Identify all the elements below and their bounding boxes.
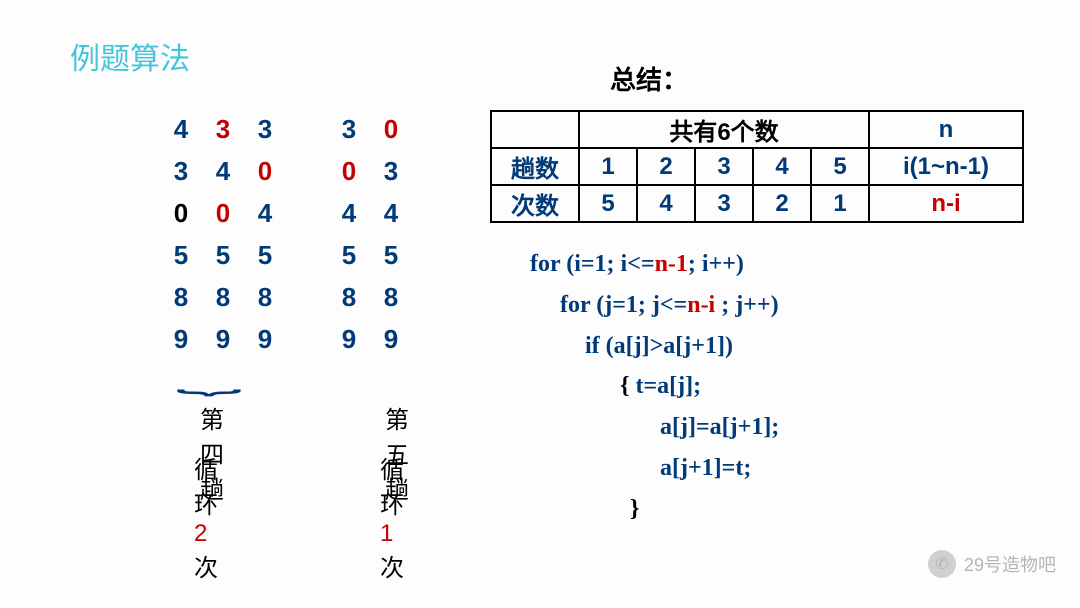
number-cell: 5 — [328, 234, 370, 276]
table-row-label: 次数 — [491, 185, 579, 222]
total-count: 6 — [717, 119, 730, 146]
loop-suffix: 次 — [380, 555, 404, 582]
number-cell: 4 — [202, 150, 244, 192]
loop-prefix: 循环 — [194, 457, 218, 519]
code-text: for (j=1; j<= — [560, 292, 687, 318]
number-cell: 3 — [244, 108, 286, 150]
number-cell — [286, 276, 328, 318]
summary-table: 共有6个数 n 趟数 1 2 3 4 5 i(1~n-1) 次数 5 4 3 2… — [490, 110, 1024, 223]
table-cell: 4 — [753, 148, 811, 185]
total-suffix: 个数 — [731, 119, 779, 146]
number-cell: 3 — [328, 108, 370, 150]
number-cell: 8 — [244, 276, 286, 318]
code-line: } — [530, 489, 779, 530]
number-cell: 8 — [328, 276, 370, 318]
table-cell: 2 — [753, 185, 811, 222]
number-cell — [286, 108, 328, 150]
table-header-total: 共有6个数 — [579, 111, 869, 148]
number-cell: 0 — [244, 150, 286, 192]
number-cell — [286, 192, 328, 234]
number-cell: 0 — [202, 192, 244, 234]
brace-icon: ⏟ — [176, 362, 242, 392]
number-cell: 0 — [328, 150, 370, 192]
table-cell: 5 — [811, 148, 869, 185]
code-text: for (i=1; i<= — [530, 251, 655, 277]
table-formula: i(1~n-1) — [869, 148, 1023, 185]
number-cell: 5 — [202, 234, 244, 276]
number-cell: 8 — [202, 276, 244, 318]
number-cell: 9 — [244, 318, 286, 360]
number-cell: 4 — [244, 192, 286, 234]
wechat-icon: ✆ — [928, 550, 956, 578]
number-cell: 3 — [160, 150, 202, 192]
watermark: ✆ 29号造物吧 — [928, 550, 1056, 578]
table-cell: 3 — [695, 185, 753, 222]
number-cell — [286, 318, 328, 360]
pass-5-loops: 循环1 次 — [380, 450, 404, 583]
number-cell: 8 — [370, 276, 412, 318]
number-cell: 9 — [160, 318, 202, 360]
table-cell: 1 — [811, 185, 869, 222]
code-line: if (a[j]>a[j+1]) — [530, 326, 779, 367]
number-cell: 4 — [160, 108, 202, 150]
number-cell: 8 — [160, 276, 202, 318]
code-text: ; j++) — [715, 292, 778, 318]
number-cell: 9 — [202, 318, 244, 360]
number-cell — [286, 150, 328, 192]
pass-4-loops: 循环2 次 — [194, 450, 218, 583]
loop-count: 2 — [194, 520, 207, 547]
code-line: { t=a[j]; — [530, 366, 779, 407]
table-formula: n-i — [869, 185, 1023, 222]
table-cell: 5 — [579, 185, 637, 222]
table-cell: 4 — [637, 185, 695, 222]
code-line: for (j=1; j<=n-i ; j++) — [530, 285, 779, 326]
number-cell: 4 — [370, 192, 412, 234]
code-brace: { — [620, 373, 635, 399]
code-line: a[j+1]=t; — [530, 448, 779, 489]
number-cell: 0 — [370, 108, 412, 150]
number-cell: 5 — [244, 234, 286, 276]
loop-suffix: 次 — [194, 555, 218, 582]
number-cell: 3 — [202, 108, 244, 150]
table-row-label: 趟数 — [491, 148, 579, 185]
code-text: ; i++) — [688, 251, 744, 277]
code-line: for (i=1; i<=n-1; i++) — [530, 244, 779, 285]
code-highlight: n-1 — [655, 251, 688, 277]
code-highlight: n-i — [687, 292, 715, 318]
table-header-n: n — [869, 111, 1023, 148]
code-text: t=a[j]; — [635, 373, 701, 399]
loop-count: 1 — [380, 520, 393, 547]
table-cell-empty — [491, 111, 579, 148]
number-cell: 5 — [160, 234, 202, 276]
code-block: for (i=1; i<=n-1; i++) for (j=1; j<=n-i … — [530, 244, 779, 530]
table-cell: 1 — [579, 148, 637, 185]
number-cell: 5 — [370, 234, 412, 276]
number-columns: 433303400300444555558888899999 — [160, 108, 412, 360]
table-cell: 2 — [637, 148, 695, 185]
table-cell: 3 — [695, 148, 753, 185]
total-prefix: 共有 — [669, 119, 717, 146]
loop-prefix: 循环 — [380, 457, 404, 519]
watermark-text: 29号造物吧 — [964, 551, 1056, 577]
summary-title: 总结： — [610, 60, 688, 97]
number-cell: 3 — [370, 150, 412, 192]
number-cell: 0 — [160, 192, 202, 234]
number-cell: 9 — [370, 318, 412, 360]
code-line: a[j]=a[j+1]; — [530, 407, 779, 448]
number-cell — [286, 234, 328, 276]
slide-title: 例题算法 — [70, 34, 190, 78]
number-cell: 4 — [328, 192, 370, 234]
number-cell: 9 — [328, 318, 370, 360]
